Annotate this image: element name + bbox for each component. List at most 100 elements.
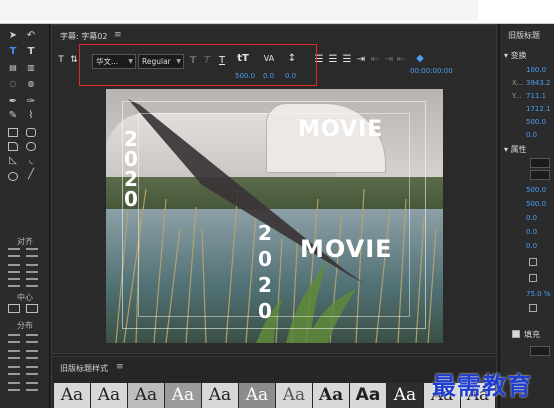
font-size-prop-value[interactable]: 500.0: [526, 186, 546, 194]
style-swatch[interactable]: Aa: [313, 383, 349, 408]
area-type-tool-icon[interactable]: ▤: [6, 62, 20, 74]
y-position-label: Y...: [512, 92, 522, 100]
rotate-tool-icon[interactable]: ↶: [24, 30, 38, 42]
ellipse-tool-icon[interactable]: [8, 172, 18, 181]
type-tool-icon[interactable]: T: [6, 46, 20, 58]
align-center-v-icon[interactable]: [26, 264, 38, 273]
x-position-value[interactable]: 3943.2: [526, 79, 551, 87]
y-position-value[interactable]: 711.1: [526, 92, 546, 100]
styles-menu-icon[interactable]: ≡: [116, 362, 124, 372]
aspect-value[interactable]: 500.0: [526, 200, 546, 208]
title-designer-panel: 字幕: 字幕02 ≡ T ⇅ 华文... ▼ Regular ▼ T T T t…: [51, 24, 497, 354]
vertical-area-type-tool-icon[interactable]: ▥: [24, 62, 38, 74]
vertical-year-top-2[interactable]: 0: [120, 149, 142, 169]
center-vertical-icon[interactable]: [26, 304, 38, 313]
movie-text-bottom[interactable]: MOVIE: [300, 235, 393, 263]
distribute-top-icon[interactable]: [26, 334, 38, 343]
movie-text-top[interactable]: MOVIE: [298, 117, 383, 142]
style-swatch[interactable]: Aa: [387, 383, 423, 408]
tab-stops-icon[interactable]: ⇥: [356, 54, 366, 66]
vertical-year-bottom-4[interactable]: 0: [254, 301, 276, 321]
pen-tool-icon[interactable]: ✒: [6, 96, 20, 108]
vertical-path-type-tool-icon[interactable]: ◍: [24, 78, 38, 90]
show-background-video-icon[interactable]: ◆: [414, 53, 426, 65]
vertical-year-bottom-1[interactable]: 2: [254, 223, 276, 243]
timecode[interactable]: 00:00:00:00: [410, 67, 453, 75]
properties-label: 属性: [510, 145, 527, 154]
align-right-text-icon[interactable]: ☰: [342, 54, 352, 66]
line-tool-icon[interactable]: ╱: [24, 169, 38, 181]
title-list-icon[interactable]: ⇥: [384, 54, 394, 66]
style-swatch[interactable]: Aa: [54, 383, 90, 408]
align-right-icon[interactable]: [8, 278, 20, 287]
style-swatch[interactable]: Aa: [239, 383, 275, 408]
distribute-right-icon[interactable]: [8, 366, 20, 375]
tracking-prop-value[interactable]: 0.0: [526, 242, 537, 250]
panel-menu-icon[interactable]: ≡: [114, 30, 122, 40]
style-swatch[interactable]: Aa: [202, 383, 238, 408]
width-value[interactable]: 1712.1: [526, 105, 551, 113]
small-caps-checkbox[interactable]: [529, 258, 537, 266]
distribute-bottom-icon[interactable]: [26, 366, 38, 375]
arc-tool-icon[interactable]: ◟: [24, 155, 38, 167]
x-position-label: X...: [512, 79, 524, 87]
vertical-year-top-1[interactable]: 2: [120, 129, 142, 149]
transform-section[interactable]: ▾ 变换: [504, 50, 527, 61]
rounded-corner-rectangle-tool-icon[interactable]: [26, 142, 36, 151]
vertical-year-bottom-3[interactable]: 2: [254, 275, 276, 295]
properties-panel: 旧版标题 ▾ 变换 100.0 X... 3943.2 Y... 711.1 1…: [499, 24, 554, 408]
vertical-year-top-3[interactable]: 2: [120, 169, 142, 189]
opacity-value[interactable]: 100.0: [526, 66, 546, 74]
roll-crawl-options-icon[interactable]: ⇅: [69, 54, 79, 66]
delete-anchor-tool-icon[interactable]: ✑: [24, 96, 38, 108]
font-family-select[interactable]: [530, 158, 550, 168]
window-titlebar: [0, 0, 554, 24]
distribute-center-icon[interactable]: [8, 350, 20, 359]
selection-tool-icon[interactable]: ➤: [6, 30, 20, 42]
style-swatch[interactable]: Aa: [276, 383, 312, 408]
underline-checkbox[interactable]: [529, 274, 537, 282]
distribute-v-space-icon[interactable]: [26, 382, 38, 391]
vertical-type-tool-icon[interactable]: T: [24, 46, 38, 58]
align-center-text-icon[interactable]: ☰: [328, 54, 338, 66]
tab-stops-extra-icon[interactable]: ⇤: [396, 54, 406, 66]
style-swatch[interactable]: Aa: [128, 383, 164, 408]
clipped-rectangle-tool-icon[interactable]: [8, 142, 18, 151]
center-horizontal-icon[interactable]: [8, 304, 20, 313]
vertical-year-bottom-2[interactable]: 0: [254, 249, 276, 269]
transform-label: 变换: [510, 51, 527, 60]
background-video-icon[interactable]: ⇤: [370, 54, 380, 66]
titlebar-fill: [0, 0, 478, 20]
distribute-left-icon[interactable]: [8, 334, 20, 343]
path-type-tool-icon[interactable]: ◌: [6, 78, 20, 90]
leading-prop-value[interactable]: 0.0: [526, 214, 537, 222]
add-anchor-tool-icon[interactable]: ✎: [6, 110, 20, 122]
rotation-value[interactable]: 0.0: [526, 131, 537, 139]
highlight-box: [79, 44, 317, 86]
convert-anchor-tool-icon[interactable]: ⌇: [24, 110, 38, 122]
properties-section[interactable]: ▾ 属性: [504, 144, 527, 155]
fill-type-select[interactable]: [530, 346, 550, 356]
font-style-select[interactable]: [530, 170, 550, 180]
small-caps-size-value[interactable]: 75.0 %: [526, 290, 550, 298]
distribute-middle-icon[interactable]: [26, 350, 38, 359]
title-canvas[interactable]: MOVIE MOVIE 2 0 2 0 2 0 2 0: [106, 89, 443, 343]
style-swatch[interactable]: Aa: [350, 383, 386, 408]
new-title-icon[interactable]: T: [56, 54, 66, 66]
align-center-h-icon[interactable]: [8, 264, 20, 273]
align-top-icon[interactable]: [26, 248, 38, 257]
tools-panel: ➤ ↶ T T ▤ ▥ ◌ ◍ ✒ ✑ ✎ ⌇ ◺ ◟ ╱ 对齐 中心 分布: [0, 24, 50, 408]
style-swatch[interactable]: Aa: [91, 383, 127, 408]
kerning-prop-value[interactable]: 0.0: [526, 228, 537, 236]
height-value[interactable]: 500.0: [526, 118, 546, 126]
align-bottom-icon[interactable]: [26, 278, 38, 287]
align-left-icon[interactable]: [8, 248, 20, 257]
rounded-rectangle-tool-icon[interactable]: [26, 128, 36, 137]
style-swatch[interactable]: Aa: [165, 383, 201, 408]
wedge-tool-icon[interactable]: ◺: [6, 155, 20, 167]
distribute-h-space-icon[interactable]: [8, 382, 20, 391]
fill-checkbox[interactable]: [512, 330, 520, 338]
vertical-year-top-4[interactable]: 0: [120, 189, 142, 209]
rectangle-tool-icon[interactable]: [8, 128, 18, 137]
distort-checkbox[interactable]: [529, 304, 537, 312]
